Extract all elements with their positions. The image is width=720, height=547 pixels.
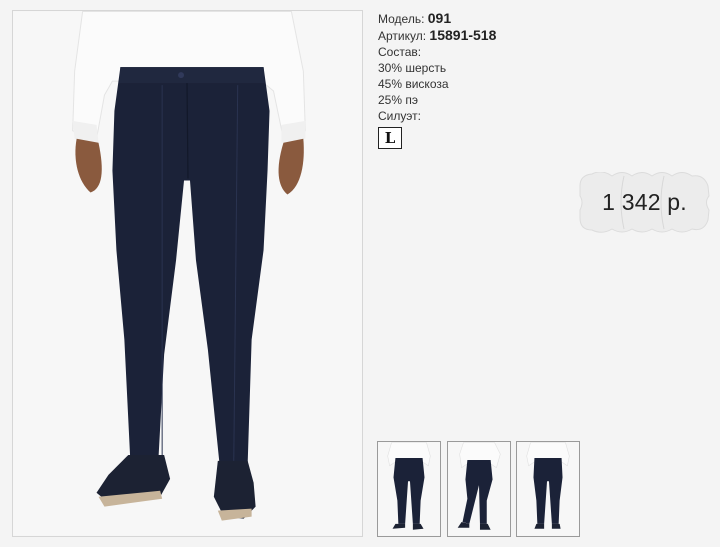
main-product-image: [12, 10, 363, 537]
price-tag: 1 342 р.: [578, 172, 711, 233]
article-row: Артикул: 15891-518: [378, 27, 558, 44]
model-row: Модель: 091: [378, 10, 558, 27]
navy-trousers-back-icon: [517, 442, 579, 536]
model-value: 091: [427, 10, 452, 26]
thumbnail-back[interactable]: [516, 441, 580, 537]
model-label: Модель:: [378, 12, 425, 26]
silhouette-badge: L: [378, 127, 402, 149]
navy-trousers-front-icon: [378, 442, 440, 536]
composition-label: Состав:: [378, 45, 422, 59]
navy-trousers-front-icon: [13, 11, 362, 536]
price-value: 1 342 р.: [602, 189, 687, 215]
article-label: Артикул:: [378, 29, 427, 43]
article-value: 15891-518: [429, 27, 497, 43]
thumbnail-side[interactable]: [447, 441, 511, 537]
composition-item: 45% вискоза: [378, 77, 449, 91]
composition-item: 25% пэ: [378, 93, 418, 107]
silhouette-label: Силуэт:: [378, 109, 421, 123]
thumbnail-front[interactable]: [377, 441, 441, 537]
composition-item: 30% шерсть: [378, 61, 447, 75]
product-info: Модель: 091 Артикул: 15891-518 Состав: 3…: [378, 10, 558, 149]
navy-trousers-side-icon: [448, 442, 510, 536]
